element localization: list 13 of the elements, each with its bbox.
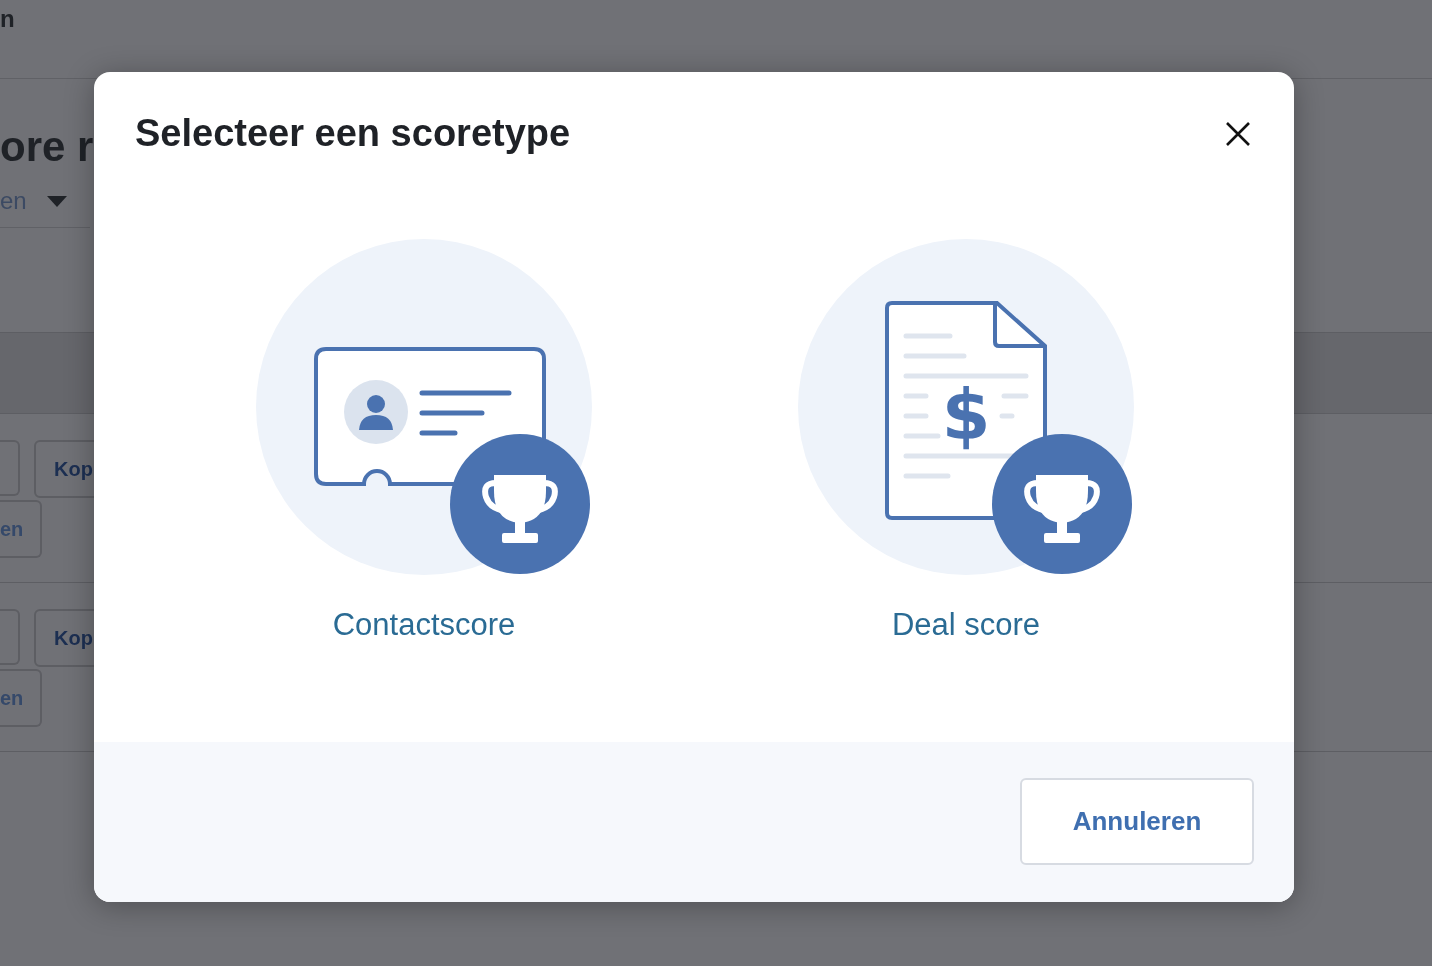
caret-icon xyxy=(46,195,67,207)
page-title: ore r xyxy=(0,123,94,170)
header-text: n xyxy=(0,5,15,32)
close-icon xyxy=(1226,121,1250,146)
close-button[interactable] xyxy=(1226,121,1250,146)
cancel-button[interactable]: Annuleren xyxy=(1020,778,1254,865)
dollar-sign: $ xyxy=(941,374,991,456)
dialog-title: Selecteer een scoretype xyxy=(135,112,571,155)
score-type-option[interactable]: $ Deal score xyxy=(798,239,1134,742)
row-button[interactable]: en xyxy=(0,669,42,727)
trophy-badge-icon xyxy=(992,434,1132,574)
score-type-option[interactable]: Contactscore xyxy=(256,239,592,742)
row-button[interactable]: en xyxy=(0,500,42,558)
